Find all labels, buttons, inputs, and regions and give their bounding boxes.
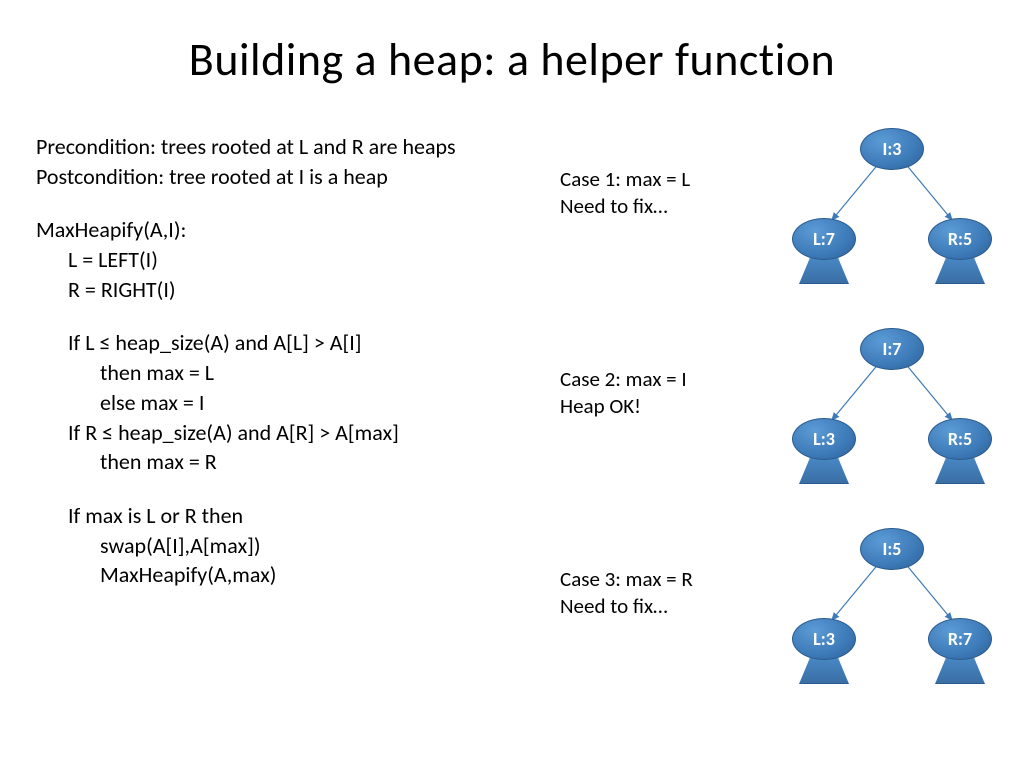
code-line: If R ≤ heap_size(A) and A[R] > A[max] xyxy=(36,418,556,448)
tree-node-right: R:5 xyxy=(928,418,992,460)
case-note: Need to fix… xyxy=(560,593,750,620)
tree-node-root: I:5 xyxy=(860,528,924,570)
tree-node-right: R:5 xyxy=(928,218,992,260)
code-line: MaxHeapify(A,max) xyxy=(36,560,556,590)
case-label: Case 1: max = L xyxy=(560,166,750,193)
case-label: Case 3: max = R xyxy=(560,566,750,593)
tree-node-root: I:3 xyxy=(860,128,924,170)
tree-node-right: R:7 xyxy=(928,618,992,660)
precondition-text: Precondition: trees rooted at L and R ar… xyxy=(36,132,556,162)
pseudocode-block: Precondition: trees rooted at L and R ar… xyxy=(36,132,556,590)
tree-node-left: L:3 xyxy=(792,618,856,660)
code-line: L = LEFT(I) xyxy=(36,245,556,275)
code-line: R = RIGHT(I) xyxy=(36,275,556,305)
tree-case-2: Case 2: max = I Heap OK! I:7 L:3 R:5 xyxy=(560,320,1020,510)
tree-node-left: L:3 xyxy=(792,418,856,460)
tree-node-left: L:7 xyxy=(792,218,856,260)
code-line: then max = L xyxy=(36,358,556,388)
case-note: Need to fix… xyxy=(560,193,750,220)
code-line: swap(A[I],A[max]) xyxy=(36,531,556,561)
tree-case-1: Case 1: max = L Need to fix… I:3 L:7 R:5 xyxy=(560,120,1020,310)
code-line: then max = R xyxy=(36,447,556,477)
code-line: If max is L or R then xyxy=(36,501,556,531)
code-line: else max = I xyxy=(36,388,556,418)
function-name: MaxHeapify(A,I): xyxy=(36,215,556,245)
tree-node-root: I:7 xyxy=(860,328,924,370)
tree-case-3: Case 3: max = R Need to fix… I:5 L:3 R:7 xyxy=(560,520,1020,710)
case-label: Case 2: max = I xyxy=(560,366,750,393)
postcondition-text: Postcondition: tree rooted at I is a hea… xyxy=(36,162,556,192)
slide-title: Building a heap: a helper function xyxy=(0,0,1024,88)
code-line: If L ≤ heap_size(A) and A[L] > A[I] xyxy=(36,328,556,358)
case-note: Heap OK! xyxy=(560,393,750,420)
